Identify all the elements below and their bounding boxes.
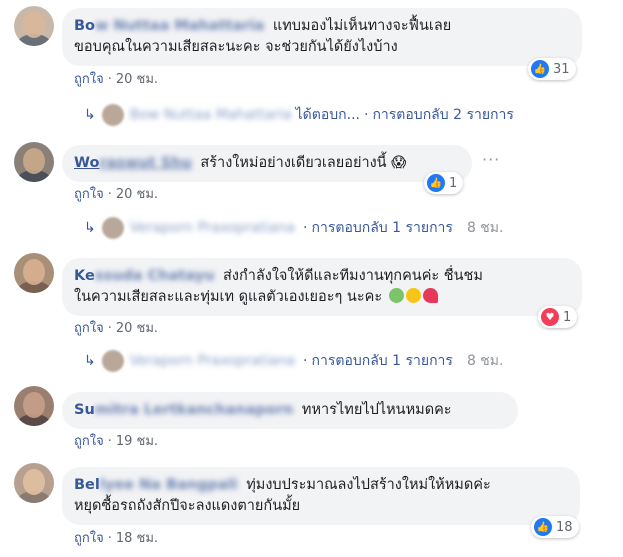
timestamp[interactable]: 8 ชม. — [467, 217, 504, 239]
comment-text-line-1: ส่งกำลังใจให้ดีและทีมงานทุกคนค่ะ ชื่นชม — [223, 268, 483, 284]
timestamp[interactable]: 19 ชม. — [116, 434, 158, 449]
like-button[interactable]: ถูกใจ — [74, 531, 104, 546]
comment-actions: ถูกใจ · 20 ชม. — [74, 187, 159, 202]
thumbs-up-icon: 👍 — [534, 518, 552, 536]
comment-bubble: Woraswut Shu สร้างใหม่อย่างเดียวเลยอย่าง… — [62, 145, 472, 182]
comment-actions: ถูกใจ · 18 ชม. — [74, 531, 159, 546]
comment-bubble: Kessuda Chatayu ส่งกำลังใจให้ดีและทีมงาน… — [62, 258, 582, 316]
commenter-name[interactable]: Bow Nuttaa Mahattaria — [74, 18, 264, 34]
reply-arrow-icon: ↳ — [84, 220, 96, 236]
sunflower-emoji-icon — [405, 288, 421, 303]
avatar[interactable] — [14, 386, 54, 426]
reply-arrow-icon: ↳ — [84, 353, 96, 369]
avatar[interactable] — [14, 142, 54, 182]
comment-actions: ถูกใจ · 20 ชม. — [74, 72, 159, 87]
like-button[interactable]: ถูกใจ — [74, 72, 104, 87]
thumbs-up-icon: 👍 — [531, 60, 549, 78]
timestamp[interactable]: 20 ชม. — [116, 72, 158, 87]
view-replies-link[interactable]: ↳ Veraporn Praxopratiana · การตอบกลับ 1 … — [84, 348, 503, 374]
avatar — [101, 217, 124, 239]
comment-text-line-2: ขอบคุณในความเสียสละนะคะ จะช่วยกันได้ยังไ… — [74, 39, 398, 55]
avatar[interactable] — [14, 6, 54, 46]
thumbs-up-icon: 👍 — [427, 174, 445, 192]
hearts-emoji-icon — [422, 288, 438, 303]
more-options-icon[interactable]: ··· — [482, 150, 500, 169]
comment-bubble: Bow Nuttaa Mahattaria แทบมองไม่เห็นทางจะ… — [62, 8, 582, 66]
bouquet-emoji-icon — [388, 288, 404, 303]
heart-icon: ♥ — [541, 308, 559, 326]
reaction-count[interactable]: 👍 31 — [528, 58, 576, 80]
commenter-name[interactable]: Bellyee Na Bangpali — [74, 477, 238, 493]
comment-text-line-1: สร้างใหม่อย่างเดียวเลยอย่างนี้ 😱 — [200, 155, 407, 171]
view-replies-link[interactable]: ↳ Bow Nuttaa Mahattaria ได้ตอบก... · การ… — [84, 102, 514, 128]
commenter-name[interactable]: Kessuda Chatayu — [74, 268, 214, 284]
comment-actions: ถูกใจ · 19 ชม. — [74, 434, 159, 449]
reaction-count[interactable]: 👍 18 — [531, 516, 579, 538]
comment-text-line-1: ทหารไทยไปไหนหมดคะ — [301, 402, 452, 418]
like-button[interactable]: ถูกใจ — [74, 434, 104, 449]
comment-text-line-1: แทบมองไม่เห็นทางจะฟื้นเลย — [272, 18, 452, 34]
commenter-name[interactable]: Woraswut Shu — [74, 155, 192, 171]
comment-text-line-2: หยุดซื้อรถถังสักปีจะลงแดงตายกันมั้ย — [74, 498, 301, 514]
avatar[interactable] — [14, 463, 54, 503]
timestamp[interactable]: 20 ชม. — [116, 321, 158, 336]
timestamp[interactable]: 18 ชม. — [116, 531, 158, 546]
avatar — [101, 350, 124, 372]
comment-text-line-1: ทุ่มงบประมาณลงไปสร้างใหม่ให้หมดค่ะ — [246, 477, 491, 493]
view-replies-link[interactable]: ↳ Veraporn Praxopratiana · การตอบกลับ 1 … — [84, 215, 503, 241]
reaction-count[interactable]: 👍 1 — [424, 172, 464, 194]
avatar[interactable] — [14, 253, 54, 293]
timestamp[interactable]: 8 ชม. — [467, 350, 504, 372]
avatar — [101, 104, 124, 126]
reply-arrow-icon: ↳ — [84, 107, 96, 123]
timestamp[interactable]: 20 ชม. — [116, 187, 158, 202]
reaction-count[interactable]: ♥ 1 — [538, 306, 578, 328]
comment-actions: ถูกใจ · 20 ชม. — [74, 321, 159, 336]
comment-text-line-2: ในความเสียสละและทุ่มเท ดูแลตัวเองเยอะๆ น… — [74, 289, 383, 305]
like-button[interactable]: ถูกใจ — [74, 187, 104, 202]
commenter-name[interactable]: Sumitra Lertkanchanaporn — [74, 402, 293, 418]
comment-bubble: Bellyee Na Bangpali ทุ่มงบประมาณลงไปสร้า… — [62, 467, 580, 525]
like-button[interactable]: ถูกใจ — [74, 321, 104, 336]
comment-bubble: Sumitra Lertkanchanaporn ทหารไทยไปไหนหมด… — [62, 392, 518, 429]
